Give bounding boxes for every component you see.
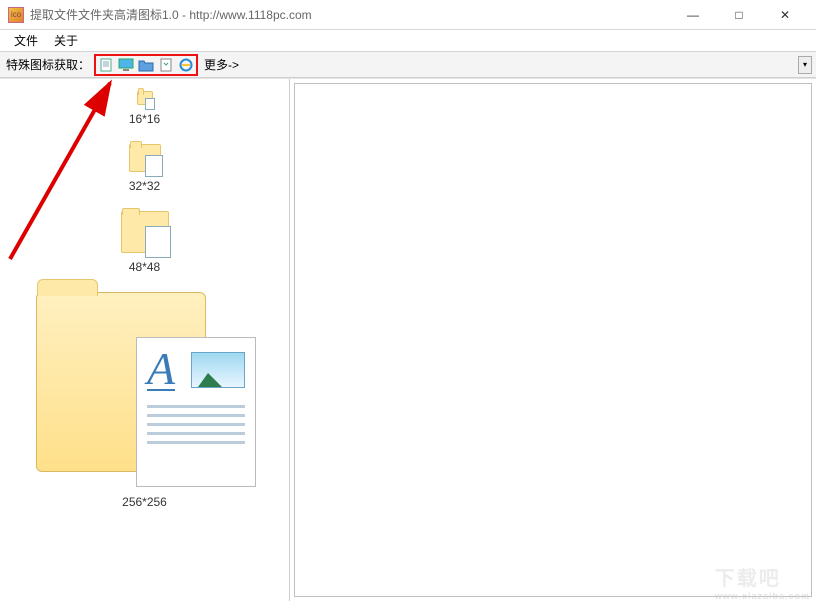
icon-item-48[interactable]: 48*48 [6, 211, 283, 274]
icon-label: 256*256 [6, 495, 283, 509]
menubar: 文件 关于 [0, 30, 816, 52]
right-pane [294, 83, 812, 597]
left-pane: 16*16 32*32 48*48 A 256*256 [0, 79, 290, 601]
minimize-button[interactable]: — [670, 1, 716, 29]
app-icon: ico [8, 7, 24, 23]
recycle-bin-icon[interactable] [158, 57, 174, 73]
monitor-icon[interactable] [118, 57, 134, 73]
internet-explorer-icon[interactable] [178, 57, 194, 73]
close-button[interactable]: ✕ [762, 1, 808, 29]
menu-file[interactable]: 文件 [6, 30, 46, 51]
icon-label: 48*48 [6, 260, 283, 274]
more-button[interactable]: 更多-> [202, 56, 241, 73]
watermark: 下载吧 www.xiazaiba.com [715, 562, 810, 601]
icon-label: 16*16 [6, 112, 283, 126]
icon-item-32[interactable]: 32*32 [6, 144, 283, 193]
font-glyph-icon: A [147, 348, 175, 391]
menu-about[interactable]: 关于 [46, 30, 86, 51]
icon-label: 32*32 [6, 179, 283, 193]
folder-icon[interactable] [138, 57, 154, 73]
main-area: 16*16 32*32 48*48 A 256*256 [0, 78, 816, 601]
toolbar-label: 特殊图标获取： [6, 56, 90, 73]
document-icon[interactable] [98, 57, 114, 73]
special-icons-group [94, 54, 198, 76]
icon-item-16[interactable]: 16*16 [6, 91, 283, 126]
window-titlebar: ico 提取文件文件夹高清图标1.0 - http://www.1118pc.c… [0, 0, 816, 30]
text-lines-icon [147, 405, 245, 444]
window-title: 提取文件文件夹高清图标1.0 - http://www.1118pc.com [30, 6, 670, 23]
toolbar-dropdown[interactable]: ▾ [798, 56, 812, 74]
maximize-button[interactable]: □ [716, 1, 762, 29]
toolbar: 特殊图标获取： 更多-> ▾ [0, 52, 816, 78]
icon-item-256[interactable]: A 256*256 [6, 292, 283, 509]
picture-thumb-icon [191, 352, 245, 388]
